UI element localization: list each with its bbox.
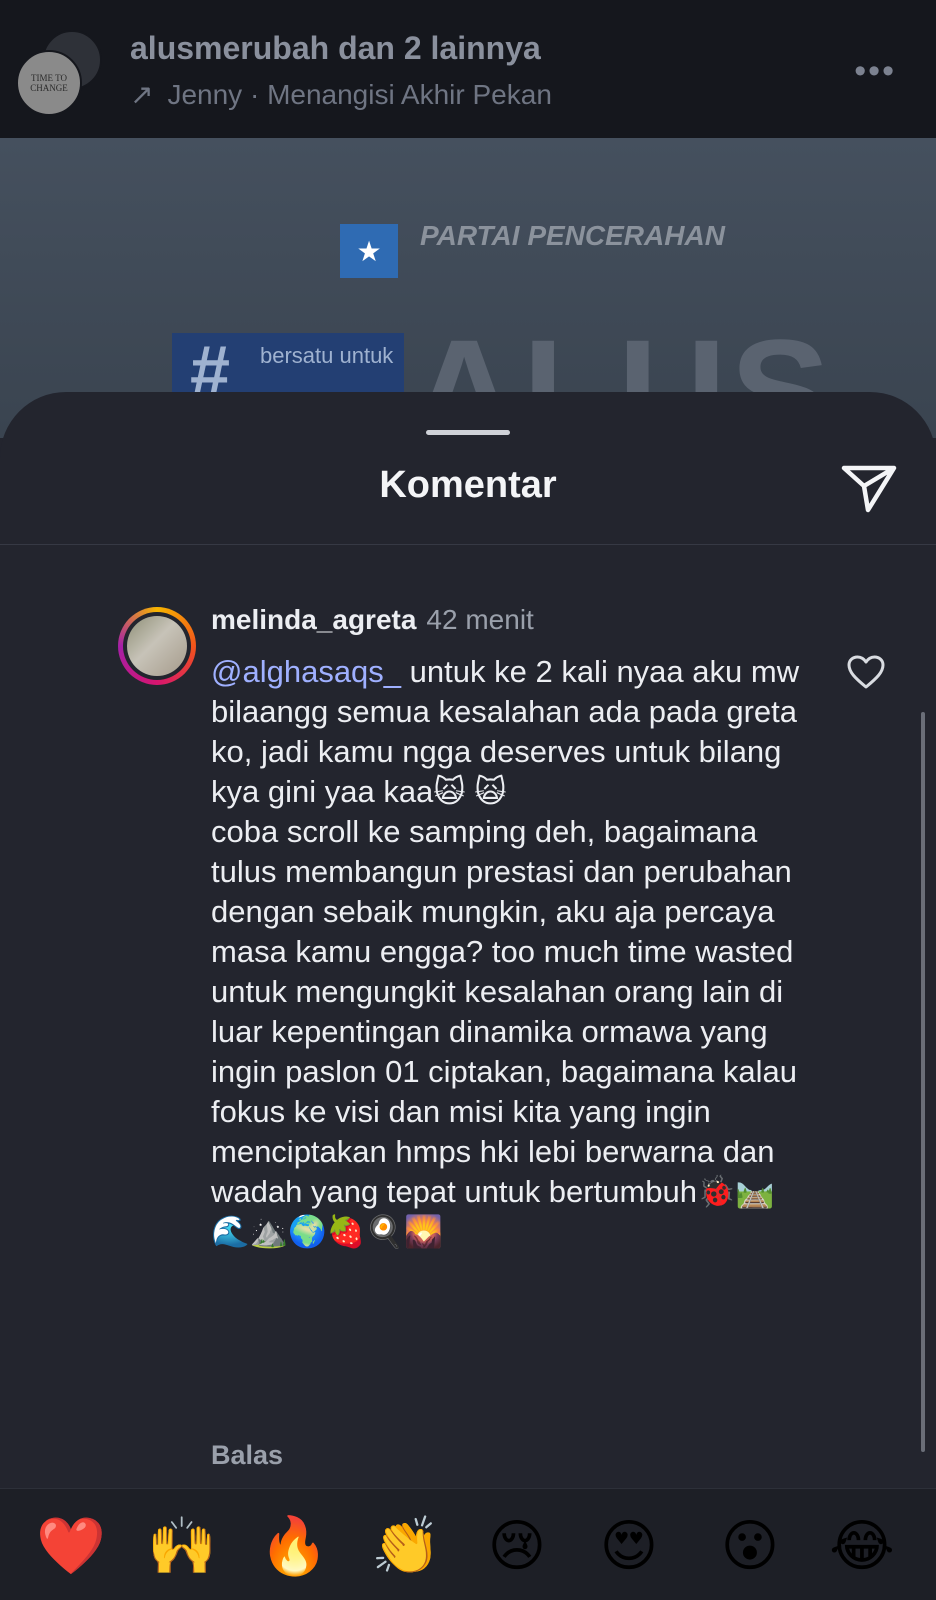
commenter-avatar[interactable] [118,607,196,685]
share-icon[interactable] [840,462,898,516]
comment-text: @alghasaqs_ untuk ke 2 kali nyaa aku mw … [211,652,801,1252]
comment-paragraph-2: coba scroll ke samping deh, bagaimana tu… [211,814,797,1249]
audio-attribution[interactable]: ↗ Jenny · Menangisi Akhir Pekan [130,78,552,111]
sheet-divider [0,544,936,545]
more-options-icon[interactable]: ••• [854,52,896,91]
instagram-comments-screen: TIME TO CHANGE alusmerubah dan 2 lainnya… [0,0,936,1600]
hashtag-text: bersatu untuk [260,343,394,368]
drag-handle[interactable] [426,430,510,435]
avatar-logo-text: TIME TO CHANGE [30,73,68,93]
clapping-hands-emoji[interactable]: 👏 [371,1511,441,1581]
audio-track[interactable]: Jenny · Menangisi Akhir Pekan [167,79,551,110]
party-name: PARTAI PENCERAHAN [420,220,725,251]
author-username[interactable]: alusmerubah [130,30,329,66]
heart-eyes-emoji[interactable]: 😍 [594,1511,664,1581]
post-author-line[interactable]: alusmerubah dan 2 lainnya [130,30,541,67]
audio-arrow-icon: ↗ [130,79,154,110]
comment-paragraph-1: @alghasaqs_ untuk ke 2 kali nyaa aku mw … [211,652,801,812]
comment-timestamp: 42 menit [426,604,534,635]
mention-link[interactable]: @alghasaqs_ [211,654,401,689]
author-others[interactable]: dan 2 lainnya [329,30,541,66]
fire-emoji[interactable]: 🔥 [259,1511,329,1581]
laughing-tears-emoji[interactable]: 😂 [827,1511,897,1581]
collab-avatars[interactable]: TIME TO CHANGE [16,30,102,116]
post-header: TIME TO CHANGE alusmerubah dan 2 lainnya… [0,0,936,138]
avatar-photo [127,616,187,676]
comment-username[interactable]: melinda_agreta [211,604,416,635]
reply-button[interactable]: Balas [211,1440,283,1471]
surprised-face-emoji[interactable]: 😮 [715,1511,785,1581]
red-heart-emoji[interactable]: ❤️ [36,1511,106,1581]
scrollbar[interactable] [921,712,925,1452]
sheet-title: Komentar [379,464,557,506]
avatar-inner [123,612,191,680]
comments-sheet: Komentar melinda_agreta 42 menit @alghasa… [0,392,936,1600]
raising-hands-emoji[interactable]: 🙌 [147,1511,217,1581]
emoji-reaction-bar: ❤️ 🙌 🔥 👏 😢 😍 😮 😂 [0,1488,936,1600]
party-logo-icon: ★ [340,224,398,278]
heart-icon[interactable] [846,654,886,690]
avatar-primary: TIME TO CHANGE [16,50,82,116]
comment-header: melinda_agreta 42 menit [211,604,534,636]
crying-face-emoji[interactable]: 😢 [482,1511,552,1581]
